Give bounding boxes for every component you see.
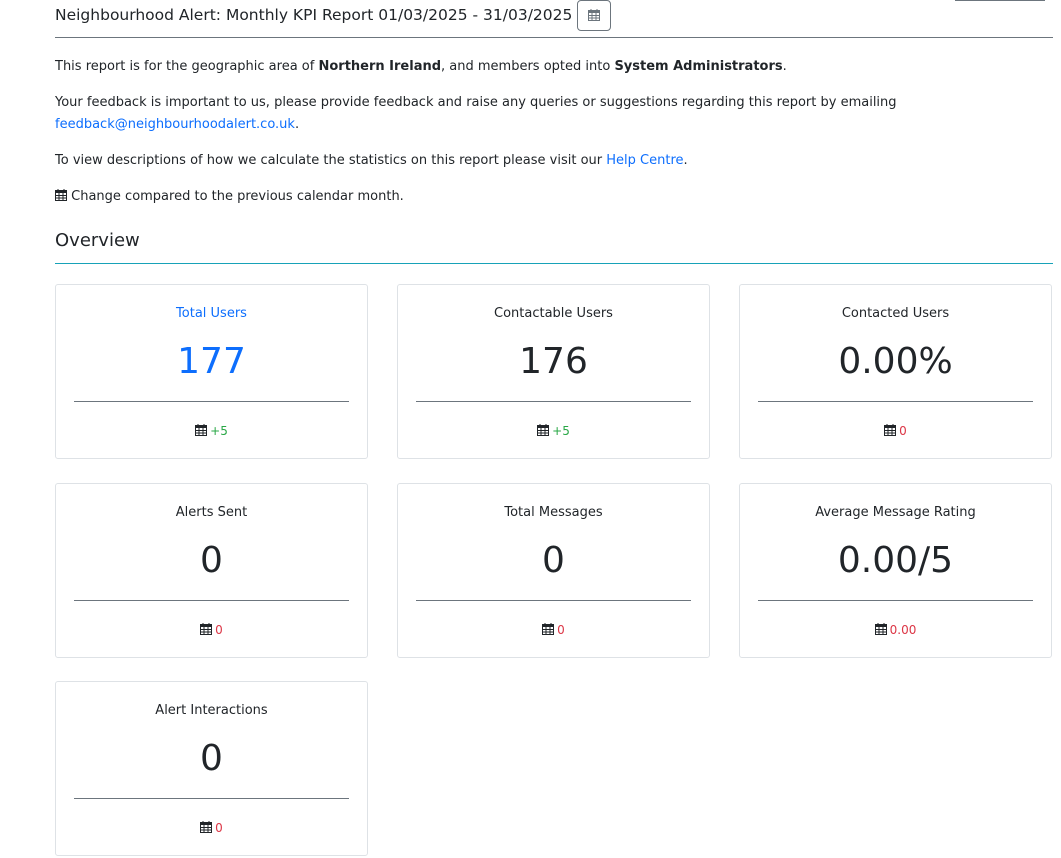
kpi-title: Contacted Users [841, 306, 950, 321]
feedback-statement: Your feedback is important to us, please… [55, 92, 955, 136]
kpi-card-alert-interactions: Alert Interactions 0 0 [55, 681, 368, 856]
divider [758, 600, 1033, 601]
feedback-email-link[interactable]: feedback@neighbourhoodalert.co.uk [55, 117, 295, 132]
calendar-icon [55, 189, 67, 201]
kpi-change: 0 [398, 622, 709, 638]
kpi-value: 0 [200, 540, 223, 581]
divider [416, 401, 691, 402]
change-value: +5 [552, 424, 570, 438]
kpi-title: Total Messages [504, 505, 603, 520]
kpi-value: 0 [200, 738, 223, 779]
kpi-card-total-messages: Total Messages 0 0 [397, 483, 710, 658]
calendar-icon [195, 424, 210, 438]
change-value: 0 [899, 424, 907, 438]
kpi-card-total-users: Total Users 177 +5 [55, 284, 368, 459]
kpi-title: Alerts Sent [175, 505, 248, 520]
kpi-card-contactable-users: Contactable Users 176 +5 [397, 284, 710, 459]
date-range-button[interactable] [577, 0, 612, 31]
kpi-change: +5 [56, 423, 367, 439]
calendar-icon [884, 424, 899, 438]
kpi-card-average-message-rating: Average Message Rating 0.00/5 0.00 [739, 483, 1052, 658]
divider [416, 600, 691, 601]
kpi-card-contacted-users: Contacted Users 0.00% 0 [739, 284, 1052, 459]
kpi-change: 0 [56, 622, 367, 638]
divider [74, 401, 349, 402]
divider [74, 798, 349, 799]
total-users-link[interactable]: Total Users [176, 306, 247, 321]
kpi-change: 0 [740, 423, 1051, 439]
kpi-value: 176 [519, 341, 588, 382]
kpi-title: Average Message Rating [815, 505, 976, 520]
change-value: 0.00 [889, 623, 917, 637]
feedback-text: Your feedback is important to us, please… [55, 95, 897, 110]
divider [758, 401, 1033, 402]
calendar-icon [200, 821, 215, 835]
help-statement: To view descriptions of how we calculate… [55, 150, 688, 172]
area-text-prefix: This report is for the geographic area o… [55, 59, 319, 74]
change-value: 0 [215, 623, 223, 637]
area-name: Northern Ireland [318, 59, 442, 74]
divider [74, 600, 349, 601]
calendar-icon [537, 424, 552, 438]
report-header: Neighbourhood Alert: Monthly KPI Report … [55, 0, 1053, 38]
kpi-change: 0 [56, 820, 367, 836]
area-text-middle: , and members opted into [441, 59, 615, 74]
calendar-icon [200, 623, 215, 637]
overview-heading: Overview [55, 230, 1053, 264]
group-name: System Administrators [614, 59, 783, 74]
kpi-value: 0 [542, 540, 565, 581]
change-value: +5 [210, 424, 228, 438]
change-value: 0 [557, 623, 565, 637]
kpi-card-alerts-sent: Alerts Sent 0 0 [55, 483, 368, 658]
kpi-title: Contactable Users [494, 306, 613, 321]
kpi-change: 0.00 [740, 622, 1051, 638]
help-text-end: . [683, 153, 688, 168]
calendar-icon [542, 623, 557, 637]
change-legend-text: Change compared to the previous calendar… [71, 189, 404, 204]
report-title: Neighbourhood Alert: Monthly KPI Report … [55, 5, 573, 24]
change-legend: Change compared to the previous calendar… [55, 186, 404, 208]
kpi-value: 177 [177, 341, 246, 382]
kpi-value: 0.00% [838, 341, 953, 382]
kpi-value: 0.00/5 [837, 540, 954, 581]
change-value: 0 [215, 821, 223, 835]
kpi-change: +5 [398, 423, 709, 439]
calendar-icon [874, 623, 890, 637]
help-centre-link[interactable]: Help Centre [606, 153, 683, 168]
feedback-text-end: . [294, 117, 300, 132]
area-text-end: . [782, 59, 787, 74]
kpi-title: Alert Interactions [155, 703, 268, 718]
help-text: To view descriptions of how we calculate… [55, 153, 607, 168]
area-statement: This report is for the geographic area o… [55, 56, 787, 78]
calendar-icon [588, 9, 601, 21]
